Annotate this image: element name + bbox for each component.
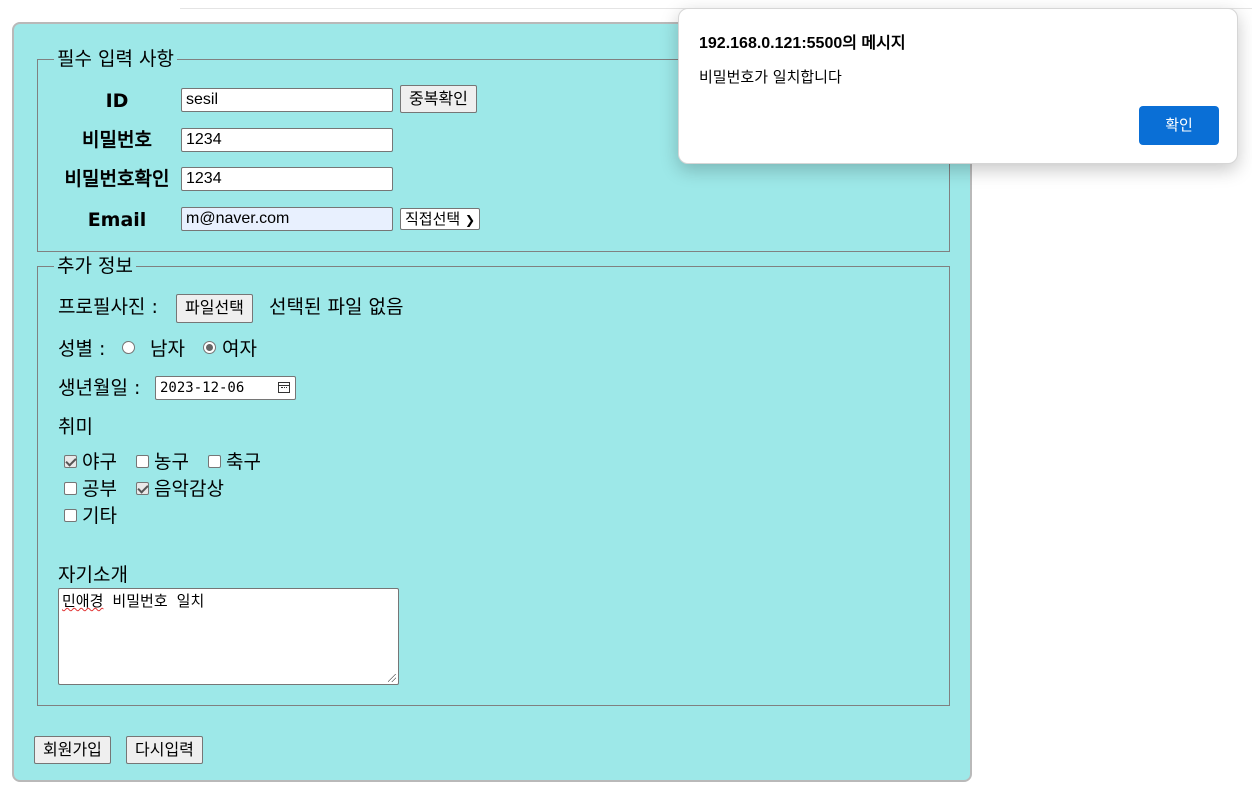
email-label: Email [87,209,147,231]
hobby-label: 취미 [58,416,93,438]
chevron-down-icon: ❯ [464,213,476,227]
dialog-message: 비밀번호가 일치합니다 [699,68,842,86]
gender-male-label: 남자 [150,338,185,360]
photo-label: 프로필사진 : [58,296,158,318]
calendar-icon[interactable] [278,382,290,393]
id-input[interactable]: sesil [181,88,393,112]
hobby-study-checkbox[interactable] [64,482,77,495]
alert-dialog: 192.168.0.121:5500의 메시지 비밀번호가 일치합니다 확인 [678,8,1238,164]
hobby-etc-checkbox[interactable] [64,509,77,522]
hobby-basketball-label: 농구 [154,451,189,473]
hobby-basketball-checkbox[interactable] [136,455,149,468]
signup-submit-button[interactable]: 회원가입 [34,736,111,764]
file-status: 선택된 파일 없음 [269,296,404,318]
email-input[interactable]: m@naver.com [181,207,393,231]
gender-male-radio[interactable] [122,341,135,354]
intro-text: 비밀번호 일치 [103,592,205,610]
duplicate-check-button[interactable]: 중복확인 [400,85,477,113]
hobby-baseball-checkbox[interactable] [64,455,77,468]
hobby-study-label: 공부 [82,478,117,500]
password-confirm-input[interactable]: 1234 [181,167,393,191]
intro-textarea[interactable]: 민애경 비밀번호 일치 [58,588,399,685]
extra-legend: 추가 정보 [54,255,136,277]
email-domain-selected: 직접선택 [405,210,461,228]
reset-button[interactable]: 다시입력 [126,736,203,764]
birth-date-value: 2023-12-06 [160,380,245,396]
hobby-music-label: 음악감상 [154,478,224,500]
intro-label: 자기소개 [58,564,128,586]
hobby-baseball-label: 야구 [82,451,117,473]
gender-female-radio[interactable] [203,341,216,354]
email-domain-select[interactable]: 직접선택 ❯ [400,208,481,230]
birth-date-input[interactable]: 2023-12-06 [155,376,296,400]
dialog-title: 192.168.0.121:5500의 메시지 [699,35,906,52]
dialog-ok-button[interactable]: 확인 [1139,106,1219,145]
intro-misspelled-word: 민애경 [62,592,104,610]
resize-grip-icon[interactable] [388,674,396,682]
gender-female-label: 여자 [222,338,257,360]
file-select-button[interactable]: 파일선택 [176,294,253,323]
password-input[interactable]: 1234 [181,128,393,152]
required-legend: 필수 입력 사항 [54,48,177,70]
birth-label: 생년월일 : [58,377,141,399]
password-confirm-label: 비밀번호확인 [64,168,170,190]
hobby-etc-label: 기타 [82,505,117,527]
hobby-soccer-checkbox[interactable] [208,455,221,468]
id-label: ID [105,90,129,112]
hobby-music-checkbox[interactable] [136,482,149,495]
hobby-soccer-label: 축구 [226,451,261,473]
gender-label: 성별 : [58,338,106,360]
password-label: 비밀번호 [82,129,152,151]
